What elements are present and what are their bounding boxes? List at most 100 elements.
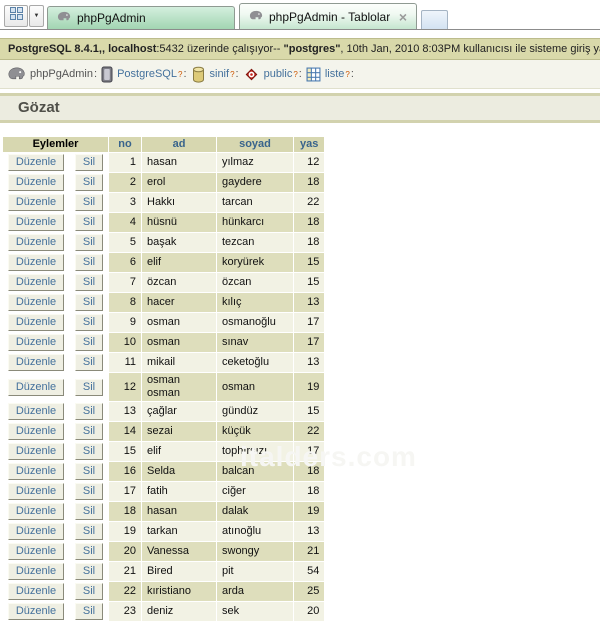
delete-button[interactable]: Sil (75, 543, 103, 560)
breadcrumb-link-public[interactable]: public (264, 68, 293, 80)
cell-yas: 17 (294, 313, 325, 332)
delete-button[interactable]: Sil (75, 443, 103, 460)
edit-button[interactable]: Düzenle (8, 603, 64, 620)
page-title: Gözat (0, 93, 600, 123)
breadcrumb-link-sinif[interactable]: sinif (210, 68, 230, 80)
breadcrumb-link-liste[interactable]: liste (325, 68, 345, 80)
column-header-yas[interactable]: yas (294, 137, 325, 152)
edit-button[interactable]: Düzenle (8, 563, 64, 580)
column-header-no[interactable]: no (109, 137, 141, 152)
column-header-actions: Eylemler (3, 137, 108, 152)
edit-button[interactable]: Düzenle (8, 378, 64, 396)
tab-phppgadmin-tablolar[interactable]: phpPgAdmin - Tablolar × (239, 3, 417, 29)
help-icon[interactable]: ? (230, 70, 234, 79)
cell-ad: hüsnü (142, 213, 216, 232)
edit-button[interactable]: Düzenle (8, 314, 64, 331)
edit-button[interactable]: Düzenle (8, 443, 64, 460)
delete-button[interactable]: Sil (75, 403, 103, 420)
delete-button[interactable]: Sil (75, 503, 103, 520)
cell-ad: hacer (142, 293, 216, 312)
table-row: Düzenle Sil 22 kıristiano arda 25 (3, 582, 325, 601)
delete-button[interactable]: Sil (75, 423, 103, 440)
delete-button[interactable]: Sil (75, 563, 103, 580)
edit-button[interactable]: Düzenle (8, 214, 64, 231)
edit-button[interactable]: Düzenle (8, 294, 64, 311)
delete-button[interactable]: Sil (75, 194, 103, 211)
edit-button[interactable]: Düzenle (8, 423, 64, 440)
edit-button[interactable]: Düzenle (8, 463, 64, 480)
delete-button[interactable]: Sil (75, 274, 103, 291)
edit-button[interactable]: Düzenle (8, 503, 64, 520)
delete-button[interactable]: Sil (75, 378, 103, 396)
cell-ad: Selda (142, 462, 216, 481)
cell-ad: hasan (142, 153, 216, 172)
cell-yas: 15 (294, 273, 325, 292)
database-icon (191, 66, 206, 83)
edit-button[interactable]: Düzenle (8, 543, 64, 560)
close-icon[interactable]: × (399, 10, 407, 24)
edit-button[interactable]: Düzenle (8, 523, 64, 540)
edit-button[interactable]: Düzenle (8, 334, 64, 351)
delete-button[interactable]: Sil (75, 354, 103, 371)
tab-label: phpPgAdmin - Tablolar (269, 9, 391, 24)
delete-button[interactable]: Sil (75, 174, 103, 191)
table-row: Düzenle Sil 11 mikail ceketoğlu 13 (3, 353, 325, 372)
cell-soyad: atınoğlu (217, 522, 293, 541)
edit-button[interactable]: Düzenle (8, 174, 64, 191)
cell-yas: 15 (294, 402, 325, 421)
edit-button[interactable]: Düzenle (8, 583, 64, 600)
cell-no: 2 (109, 173, 141, 192)
edit-button[interactable]: Düzenle (8, 274, 64, 291)
delete-button[interactable]: Sil (75, 214, 103, 231)
cell-soyad: balcan (217, 462, 293, 481)
cell-ad: başak (142, 233, 216, 252)
edit-button[interactable]: Düzenle (8, 254, 64, 271)
tab-phppgadmin[interactable]: phpPgAdmin (47, 6, 235, 29)
column-header-ad[interactable]: ad (142, 137, 216, 152)
tab-list-dropdown-button[interactable]: ▼ (29, 5, 44, 27)
delete-button[interactable]: Sil (75, 234, 103, 251)
edit-button[interactable]: Düzenle (8, 154, 64, 171)
help-icon[interactable]: ? (345, 70, 349, 79)
delete-button[interactable]: Sil (75, 603, 103, 620)
edit-button[interactable]: Düzenle (8, 194, 64, 211)
help-icon[interactable]: ? (293, 70, 297, 79)
edit-button[interactable]: Düzenle (8, 354, 64, 371)
edit-button[interactable]: Düzenle (8, 403, 64, 420)
cell-soyad: gaydere (217, 173, 293, 192)
breadcrumb-item-table: liste?: (306, 67, 354, 82)
delete-button[interactable]: Sil (75, 294, 103, 311)
quick-tabs-button[interactable] (4, 5, 28, 27)
new-tab-button[interactable] (421, 10, 448, 29)
table-row: Düzenle Sil 15 elif tophırsızı 17 (3, 442, 325, 461)
help-icon[interactable]: ? (178, 70, 182, 79)
cell-yas: 18 (294, 482, 325, 501)
delete-button[interactable]: Sil (75, 314, 103, 331)
delete-button[interactable]: Sil (75, 523, 103, 540)
delete-button[interactable]: Sil (75, 483, 103, 500)
cell-soyad: swongy (217, 542, 293, 561)
edit-button[interactable]: Düzenle (8, 483, 64, 500)
table-row: Düzenle Sil 20 Vanessa swongy 21 (3, 542, 325, 561)
cell-soyad: kılıç (217, 293, 293, 312)
breadcrumb: phpPgAdmin: PostgreSQL?: sinif?: public … (0, 60, 600, 89)
status-bar: PostgreSQL 8.4.1,, localhost:5432 üzerin… (0, 38, 600, 60)
delete-button[interactable]: Sil (75, 154, 103, 171)
delete-button[interactable]: Sil (75, 583, 103, 600)
breadcrumb-separator: : (298, 68, 302, 80)
delete-button[interactable]: Sil (75, 334, 103, 351)
cell-no: 16 (109, 462, 141, 481)
cell-no: 21 (109, 562, 141, 581)
browser-tab-strip: ▼ phpPgAdmin phpPgAdmin - Tablolar × (0, 0, 600, 30)
cell-soyad: arda (217, 582, 293, 601)
delete-button[interactable]: Sil (75, 254, 103, 271)
cell-ad: Hakkı (142, 193, 216, 212)
cell-soyad: yılmaz (217, 153, 293, 172)
cell-soyad: tarcan (217, 193, 293, 212)
edit-button[interactable]: Düzenle (8, 234, 64, 251)
delete-button[interactable]: Sil (75, 463, 103, 480)
table-row: Düzenle Sil 6 elif koryürek 15 (3, 253, 325, 272)
cell-yas: 17 (294, 333, 325, 352)
breadcrumb-link-postgresql[interactable]: PostgreSQL (117, 68, 177, 80)
column-header-soyad[interactable]: soyad (217, 137, 293, 152)
